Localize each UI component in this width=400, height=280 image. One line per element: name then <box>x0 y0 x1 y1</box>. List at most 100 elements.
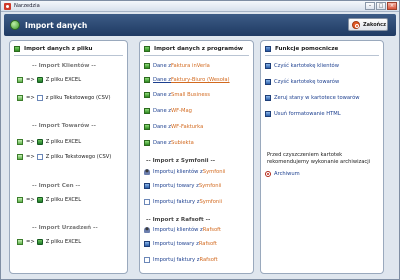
item-label: z pliku Tekstowego (CSV) <box>45 95 111 101</box>
clear-icon <box>265 111 271 117</box>
item-source: Symfonii <box>198 183 222 189</box>
excel-icon <box>36 77 43 83</box>
import-subiekt[interactable]: Dane z Subiekta <box>144 140 194 146</box>
app-icon <box>4 2 11 10</box>
item-source: Rafsoft <box>199 257 218 263</box>
panel-title-text: Import danych z programów <box>154 46 243 52</box>
item-source: Faktury-Biuro (Wesoła) <box>171 77 230 83</box>
import-faktura-inverla[interactable]: Dane z Faktura inVerla <box>144 63 210 69</box>
item-source: Symfonii <box>202 169 226 175</box>
rafsoft-import-faktury[interactable]: Importuj faktury z Rafsoft <box>144 257 218 263</box>
item-source: Small Business <box>171 92 210 98</box>
clear-icon <box>265 95 271 101</box>
item-label: Z pliku EXCEL <box>45 139 82 145</box>
import-ceny-excel[interactable]: => Z pliku EXCEL <box>17 197 81 203</box>
import-small-business[interactable]: Dane z Small Business <box>144 92 210 98</box>
import-icon <box>17 95 23 101</box>
bullet-icon <box>265 46 271 52</box>
item-label: Czyść kartotekę klientów <box>274 63 339 69</box>
item-source: Rafsoft <box>198 241 217 247</box>
import-klienci-csv[interactable]: => z pliku Tekstowego (CSV) <box>17 95 110 101</box>
import-towary-excel[interactable]: => Z pliku EXCEL <box>17 139 81 145</box>
divider <box>144 55 249 56</box>
clear-icon <box>265 79 271 85</box>
item-label: Archiwum <box>274 171 300 177</box>
item-source: Faktura inVerla <box>171 63 210 69</box>
power-icon <box>352 20 360 29</box>
box-icon <box>144 241 150 247</box>
section-urzadzenia: -- Import Urzadzeń -- <box>32 225 98 231</box>
bullet-icon <box>144 46 150 52</box>
person-icon <box>144 227 150 233</box>
item-label: Czyść kartotekę towarów <box>274 79 340 85</box>
window-controls: – □ × <box>365 2 397 10</box>
import-icon <box>17 154 23 160</box>
import-icon <box>144 124 150 130</box>
reset-stock-link[interactable]: Zeruj stany w kartotece towarów <box>265 95 359 101</box>
item-prefix: Importuj klientów z <box>153 169 203 175</box>
symfonia-import-klienci[interactable]: Importuj klientów z Symfonii <box>144 169 225 175</box>
rafsoft-import-towary[interactable]: Importuj towary z Rafsoft <box>144 241 217 247</box>
rafsoft-import-klienci[interactable]: Importuj klientów z Rafsoft <box>144 227 221 233</box>
document-icon <box>144 199 150 205</box>
document-icon <box>144 257 150 263</box>
import-icon <box>17 197 23 203</box>
zakoncz-button[interactable]: Zakończ <box>348 18 388 31</box>
item-prefix: Dane z <box>153 77 172 83</box>
close-window-button[interactable]: × <box>387 2 397 10</box>
csv-file-icon <box>36 95 43 101</box>
csv-file-icon <box>36 154 43 160</box>
item-prefix: Importuj faktury z <box>153 257 200 263</box>
item-label: Usuń formatowanie HTML <box>274 111 341 117</box>
item-source: Subiekta <box>171 140 194 146</box>
window-title: Narzedzia <box>14 3 40 9</box>
remove-html-link[interactable]: Usuń formatowanie HTML <box>265 111 341 117</box>
item-label: Zeruj stany w kartotece towarów <box>274 95 360 101</box>
symfonia-import-faktury[interactable]: Importuj faktury z Symfonii <box>144 199 222 205</box>
panel-import-from-file: Import danych z pliku -- Import Klientów… <box>9 40 128 274</box>
import-icon <box>144 77 150 83</box>
arrow: => <box>26 239 35 245</box>
item-source: WF-Mag <box>171 108 192 114</box>
import-icon <box>17 239 23 245</box>
section-ceny: -- Import Cen -- <box>32 183 81 189</box>
import-towary-csv[interactable]: => Z pliku Tekstowego (CSV) <box>17 154 111 160</box>
import-faktury-biuro[interactable]: Dane z Faktury-Biuro (Wesoła) <box>144 77 230 83</box>
import-icon <box>10 20 20 30</box>
archive-link[interactable]: Archiwum <box>265 171 300 177</box>
import-urzadzenia-excel[interactable]: => Z pliku EXCEL <box>17 239 81 245</box>
page-header: Import danych Zakończ <box>4 14 396 36</box>
section-towary: -- Import Towarów -- <box>32 123 96 129</box>
item-source: Symfonii <box>199 199 223 205</box>
arrow: => <box>26 154 35 160</box>
page-title: Import danych <box>25 20 88 30</box>
clear-products-link[interactable]: Czyść kartotekę towarów <box>265 79 339 85</box>
panel-title: Import danych z programów <box>144 46 243 52</box>
minimize-button[interactable]: – <box>365 2 375 10</box>
box-icon <box>144 183 150 189</box>
panel-title: Import danych z pliku <box>14 46 93 52</box>
section-klienci: -- Import Klientów -- <box>32 63 96 69</box>
panel-title-text: Funkcje pomocnicze <box>275 46 339 52</box>
symfonia-import-towary[interactable]: Importuj towary z Symfonii <box>144 183 221 189</box>
excel-icon <box>36 197 43 203</box>
archive-icon <box>265 171 271 177</box>
title-bar: Narzedzia – □ × <box>1 1 399 12</box>
import-wf-mag[interactable]: Dane z WF-Mag <box>144 108 192 114</box>
item-label: Z pliku EXCEL <box>45 239 82 245</box>
item-label: Z pliku EXCEL <box>45 77 82 83</box>
maximize-button[interactable]: □ <box>376 2 386 10</box>
clear-clients-link[interactable]: Czyść kartotekę klientów <box>265 63 339 69</box>
import-icon <box>17 77 23 83</box>
section-rafsoft: -- Import z Rafsoft -- <box>146 217 211 223</box>
excel-icon <box>36 139 43 145</box>
item-prefix: Dane z <box>153 124 172 130</box>
import-wf-fakturka[interactable]: Dane z WF-Fakturka <box>144 124 203 130</box>
archive-note: Przed czyszczeniem kartotek rekomendujem… <box>267 152 371 165</box>
arrow: => <box>26 139 35 145</box>
divider <box>14 55 123 56</box>
import-klienci-excel[interactable]: => Z pliku EXCEL <box>17 77 81 83</box>
panel-title-text: Import danych z pliku <box>24 46 93 52</box>
import-icon <box>144 92 150 98</box>
panel-helper-functions: Funkcje pomocnicze Czyść kartotekę klien… <box>260 40 384 274</box>
